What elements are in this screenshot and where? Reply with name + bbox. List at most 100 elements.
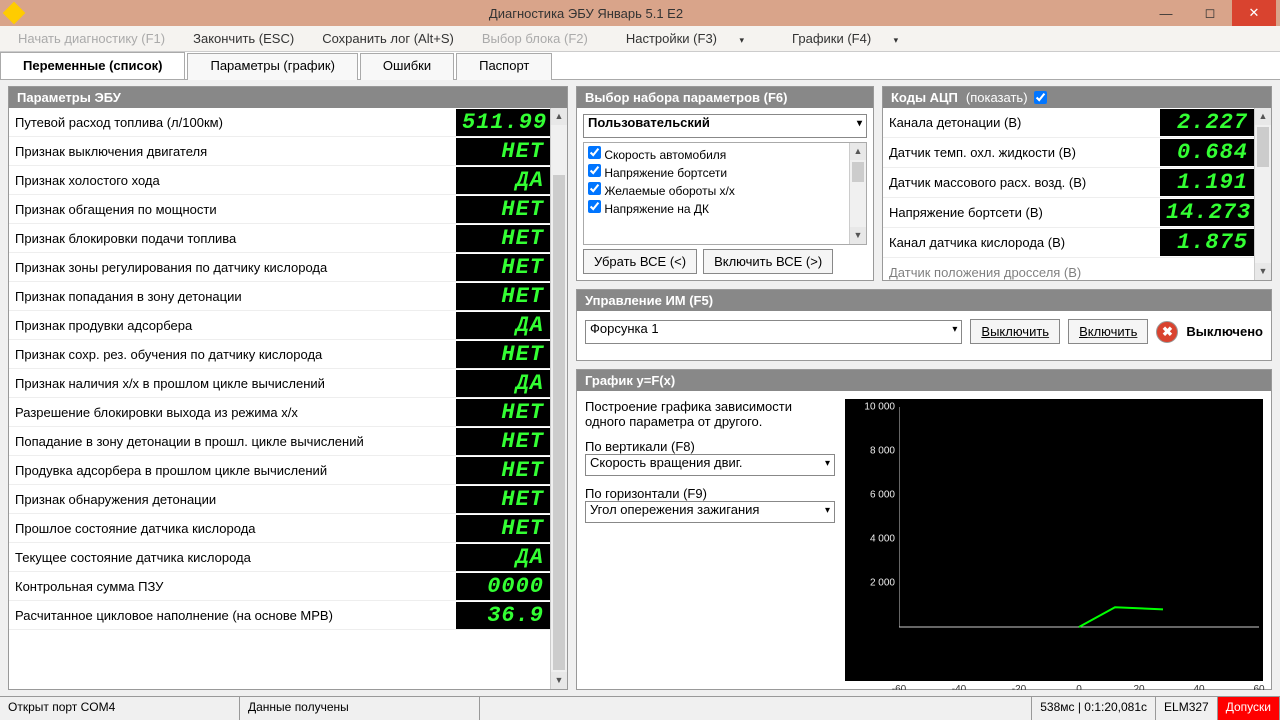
tab-bar: Переменные (список) Параметры (график) О…: [0, 52, 1280, 80]
status-tolerance[interactable]: Допуски: [1218, 697, 1280, 720]
vertical-label: По вертикали (F8): [585, 439, 835, 454]
tab-parameters[interactable]: Параметры (график): [187, 53, 357, 80]
remove-all-button[interactable]: Убрать ВСЕ (<): [583, 249, 697, 274]
graph-desc: Построение графика зависимости одного па…: [585, 399, 835, 429]
horizontal-label: По горизонтали (F9): [585, 486, 835, 501]
adc-name: Датчик темп. охл. жидкости (В): [889, 145, 1160, 160]
toolbar: Начать диагностику (F1) Закончить (ESC) …: [0, 26, 1280, 52]
param-row[interactable]: Признак выключения двигателяНЕТ: [9, 137, 550, 166]
status-timing: 538мс | 0:1:20,081с: [1032, 697, 1156, 720]
horizontal-select[interactable]: Угол опережения зажигания: [585, 501, 835, 523]
param-row[interactable]: Продувка адсорбера в прошлом цикле вычис…: [9, 456, 550, 485]
check-item[interactable]: Напряжение на ДК: [586, 199, 847, 217]
tab-variables[interactable]: Переменные (список): [0, 52, 185, 79]
param-value: НЕТ: [456, 283, 550, 310]
param-name: Контрольная сумма ПЗУ: [15, 579, 456, 594]
param-row[interactable]: Расчитанное цикловое наполнение (на осно…: [9, 601, 550, 630]
adc-show-checkbox[interactable]: [1034, 91, 1047, 104]
param-row[interactable]: Признак обнаружения детонацииНЕТ: [9, 485, 550, 514]
param-row[interactable]: Путевой расход топлива (л/100км)511.99: [9, 108, 550, 137]
param-name: Попадание в зону детонации в прошл. цикл…: [15, 434, 456, 449]
check-item[interactable]: Напряжение бортсети: [586, 163, 847, 181]
window-title: Диагностика ЭБУ Январь 5.1 Е2: [28, 6, 1144, 21]
adc-header: Коды АЦП (показать): [883, 87, 1271, 108]
maximize-button[interactable]: ◻: [1188, 0, 1232, 26]
status-port: Открыт порт COM4: [0, 697, 240, 720]
param-row[interactable]: Контрольная сумма ПЗУ0000: [9, 572, 550, 601]
adc-value: 1.191: [1160, 169, 1254, 196]
titlebar: Диагностика ЭБУ Январь 5.1 Е2 — ◻ ✕: [0, 0, 1280, 26]
ecu-param-list: Путевой расход топлива (л/100км)511.99Пр…: [9, 108, 550, 689]
settings-menu[interactable]: Настройки (F3): [606, 29, 764, 48]
param-value: НЕТ: [456, 457, 550, 484]
im-off-button[interactable]: Выключить: [970, 319, 1060, 344]
param-name: Текущее состояние датчика кислорода: [15, 550, 456, 565]
adc-value: 2.227: [1160, 109, 1254, 136]
param-name: Признак продувки адсорбера: [15, 318, 456, 333]
param-value: НЕТ: [456, 138, 550, 165]
param-value: 511.99: [456, 109, 550, 136]
im-header: Управление ИМ (F5): [577, 290, 1271, 311]
param-value: 0000: [456, 573, 550, 600]
adc-row[interactable]: Напряжение бортсети (В)14.273: [883, 198, 1254, 228]
param-row[interactable]: Признак попадания в зону детонацииНЕТ: [9, 282, 550, 311]
graphs-menu: Графики (F4): [772, 29, 918, 48]
adc-scrollbar[interactable]: ▲▼: [1254, 108, 1271, 280]
adc-row[interactable]: Датчик массового расх. возд. (В)1.191: [883, 168, 1254, 198]
param-row[interactable]: Попадание в зону детонации в прошл. цикл…: [9, 427, 550, 456]
close-button[interactable]: ✕: [1232, 0, 1276, 26]
tab-errors[interactable]: Ошибки: [360, 53, 454, 80]
param-row[interactable]: Текущее состояние датчика кислородаДА: [9, 543, 550, 572]
param-name: Признак обнаружения детонации: [15, 492, 456, 507]
param-row[interactable]: Признак наличия х/х в прошлом цикле вычи…: [9, 369, 550, 398]
adc-name: Напряжение бортсети (В): [889, 205, 1160, 220]
im-on-button[interactable]: Включить: [1068, 319, 1148, 344]
param-set-header: Выбор набора параметров (F6): [577, 87, 873, 108]
include-all-button[interactable]: Включить ВСЕ (>): [703, 249, 833, 274]
vertical-select[interactable]: Скорость вращения двиг.: [585, 454, 835, 476]
param-row[interactable]: Разрешение блокировки выхода из режима х…: [9, 398, 550, 427]
minimize-button[interactable]: —: [1144, 0, 1188, 26]
param-row[interactable]: Признак холостого ходаДА: [9, 166, 550, 195]
graph-header: График y=F(x): [577, 370, 1271, 391]
param-name: Разрешение блокировки выхода из режима х…: [15, 405, 456, 420]
check-item[interactable]: Скорость автомобиля: [586, 145, 847, 163]
param-value: ДА: [456, 370, 550, 397]
check-item[interactable]: Желаемые обороты х/х: [586, 181, 847, 199]
start-diag-button: Начать диагностику (F1): [8, 29, 175, 48]
param-row[interactable]: Признак блокировки подачи топливаНЕТ: [9, 224, 550, 253]
adc-row[interactable]: Датчик темп. охл. жидкости (В)0.684: [883, 138, 1254, 168]
param-scrollbar[interactable]: ▲▼: [550, 108, 567, 689]
param-set-select[interactable]: Пользовательский: [583, 114, 867, 138]
param-value: НЕТ: [456, 225, 550, 252]
param-name: Признак выключения двигателя: [15, 144, 456, 159]
tab-passport[interactable]: Паспорт: [456, 53, 552, 80]
param-row[interactable]: Прошлое состояние датчика кислородаНЕТ: [9, 514, 550, 543]
adc-row[interactable]: Канал датчика кислорода (В)1.875: [883, 228, 1254, 258]
param-value: ДА: [456, 544, 550, 571]
param-name: Продувка адсорбера в прошлом цикле вычис…: [15, 463, 456, 478]
param-value: НЕТ: [456, 341, 550, 368]
param-value: ДА: [456, 312, 550, 339]
adc-value: 0.684: [1160, 139, 1254, 166]
im-select[interactable]: Форсунка 1: [585, 320, 962, 344]
param-row[interactable]: Признак сохр. рез. обучения по датчику к…: [9, 340, 550, 369]
param-name: Расчитанное цикловое наполнение (на осно…: [15, 608, 456, 623]
status-data: Данные получены: [240, 697, 480, 720]
param-row[interactable]: Признак зоны регулирования по датчику ки…: [9, 253, 550, 282]
param-row[interactable]: Признак продувки адсорбераДА: [9, 311, 550, 340]
ecu-params-header: Параметры ЭБУ: [9, 87, 567, 108]
param-row[interactable]: Признак обгащения по мощностиНЕТ: [9, 195, 550, 224]
status-adapter: ELM327: [1156, 697, 1218, 720]
adc-value: 14.273: [1160, 199, 1254, 226]
param-value: НЕТ: [456, 399, 550, 426]
im-status: Выключено: [1186, 324, 1263, 339]
param-name: Прошлое состояние датчика кислорода: [15, 521, 456, 536]
adc-row[interactable]: Канала детонации (В)2.227: [883, 108, 1254, 138]
chart-area: 2 0004 0006 0008 00010 000-60-40-2002040…: [845, 399, 1263, 681]
param-checklist[interactable]: Скорость автомобиля Напряжение бортсети …: [583, 142, 867, 245]
stop-icon[interactable]: ✖: [1156, 321, 1178, 343]
finish-button[interactable]: Закончить (ESC): [183, 29, 304, 48]
save-log-button[interactable]: Сохранить лог (Alt+S): [312, 29, 464, 48]
adc-value: 1.875: [1160, 229, 1254, 256]
